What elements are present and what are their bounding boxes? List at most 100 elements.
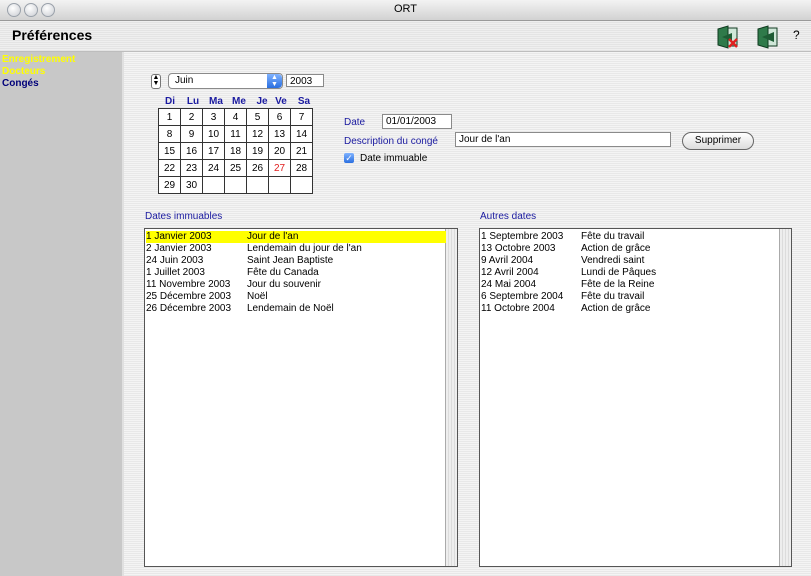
calendar-day-cell[interactable]: 7: [290, 108, 313, 126]
calendar-day-cell[interactable]: 23: [180, 159, 203, 177]
year-field[interactable]: 2003: [286, 74, 324, 87]
calendar-day-cell[interactable]: 6: [268, 108, 291, 126]
list-item[interactable]: 24 Mai 2004 Fête de la Reine: [481, 279, 777, 291]
list-item[interactable]: 11 Octobre 2004 Action de grâce: [481, 303, 777, 315]
other-dates-title: Autres dates: [480, 211, 537, 222]
calendar-day-cell[interactable]: 28: [290, 159, 313, 177]
calendar-day-cell: [224, 176, 247, 194]
calendar-day-cell[interactable]: 18: [224, 142, 247, 160]
day-of-week-header: Sa: [297, 96, 311, 107]
day-of-week-header: Ma: [209, 96, 223, 107]
month-select[interactable]: Juin ▲ ▼: [168, 73, 283, 89]
sidebar-item-enregistrement[interactable]: Enregistrement: [2, 54, 75, 65]
list-item[interactable]: 6 Septembre 2004 Fête du travail: [481, 291, 777, 303]
window-titlebar: ORT: [0, 0, 811, 21]
calendar-day-cell[interactable]: 17: [202, 142, 225, 160]
help-button[interactable]: ?: [793, 28, 800, 42]
exit-door-icon[interactable]: [755, 25, 781, 49]
calendar-day-cell[interactable]: 26: [246, 159, 269, 177]
list-item-name: Jour du souvenir: [247, 279, 321, 290]
calendar-day-cell[interactable]: 21: [290, 142, 313, 160]
calendar-day-cell[interactable]: 25: [224, 159, 247, 177]
calendar-day-cell[interactable]: 29: [158, 176, 181, 194]
list-item-date: 26 Décembre 2003: [146, 303, 232, 314]
list-item[interactable]: 24 Juin 2003 Saint Jean Baptiste: [146, 255, 446, 267]
calendar-day-cell[interactable]: 15: [158, 142, 181, 160]
list-item-date: 24 Mai 2004: [481, 279, 537, 290]
list-item-name: Lendemain de Noël: [247, 303, 334, 314]
date-label: Date: [344, 117, 366, 128]
calendar-day-cell: [246, 176, 269, 194]
list-item-name: Action de grâce: [581, 303, 651, 314]
calendar-day-cell[interactable]: 12: [246, 125, 269, 143]
calendar-day-cell[interactable]: 9: [180, 125, 203, 143]
list-item[interactable]: 12 Avril 2004 Lundi de Pâques: [481, 267, 777, 279]
month-select-value: Juin: [175, 75, 194, 86]
sidebar-item-conges[interactable]: Congés: [2, 78, 39, 89]
page-title: Préférences: [12, 27, 93, 43]
list-item-date: 13 Octobre 2003: [481, 243, 556, 254]
calendar-day-cell[interactable]: 3: [202, 108, 225, 126]
window-title: ORT: [393, 3, 418, 15]
list-item[interactable]: 11 Novembre 2003 Jour du souvenir: [146, 279, 446, 291]
calendar-day-cell[interactable]: 13: [268, 125, 291, 143]
list-item[interactable]: 13 Octobre 2003 Action de grâce: [481, 243, 777, 255]
close-door-icon[interactable]: [715, 25, 741, 49]
calendar-day-cell[interactable]: 2: [180, 108, 203, 126]
list-item-date: 24 Juin 2003: [146, 255, 204, 266]
calendar-day-cell[interactable]: 4: [224, 108, 247, 126]
list-item-date: 9 Avril 2004: [481, 255, 534, 266]
list-item[interactable]: 1 Janvier 2003 Jour de l'an: [146, 231, 446, 243]
list-item[interactable]: 2 Janvier 2003 Lendemain du jour de l'an: [146, 243, 446, 255]
list-item[interactable]: 1 Septembre 2003 Fête du travail: [481, 231, 777, 243]
calendar-day-cell[interactable]: 11: [224, 125, 247, 143]
list-item[interactable]: 9 Avril 2004 Vendredi saint: [481, 255, 777, 267]
list-item-date: 6 Septembre 2004: [481, 291, 564, 302]
list-item-date: 1 Septembre 2003: [481, 231, 564, 242]
date-field[interactable]: 01/01/2003: [382, 114, 452, 129]
list-item-date: 2 Janvier 2003: [146, 243, 212, 254]
calendar-day-cell[interactable]: 27: [268, 159, 291, 177]
list-item-name: Lundi de Pâques: [581, 267, 657, 278]
fixed-dates-title: Dates immuables: [145, 211, 223, 222]
calendar-day-cell[interactable]: 19: [246, 142, 269, 160]
description-label: Description du congé: [344, 136, 438, 147]
day-of-week-header: Lu: [186, 96, 200, 107]
calendar-day-cell[interactable]: 24: [202, 159, 225, 177]
list-item-date: 12 Avril 2004: [481, 267, 539, 278]
list-item-name: Fête du travail: [581, 291, 645, 302]
list-item[interactable]: 1 Juillet 2003 Fête du Canada: [146, 267, 446, 279]
calendar-day-cell[interactable]: 8: [158, 125, 181, 143]
fixed-dates-list[interactable]: 1 Janvier 2003 Jour de l'an 2 Janvier 2003…: [144, 228, 458, 567]
calendar-day-cell: [202, 176, 225, 194]
sidebar-item-docteurs[interactable]: Docteurs: [2, 66, 45, 77]
list-item[interactable]: 26 Décembre 2003 Lendemain de Noël: [146, 303, 446, 315]
delete-button[interactable]: Supprimer: [682, 132, 754, 150]
calendar-day-cell[interactable]: 14: [290, 125, 313, 143]
list-item[interactable]: 25 Décembre 2003 Noël: [146, 291, 446, 303]
scrollbar[interactable]: [445, 229, 457, 566]
calendar-day-cell: [268, 176, 291, 194]
list-item-name: Action de grâce: [581, 243, 651, 254]
calendar-day-cell[interactable]: 22: [158, 159, 181, 177]
immutable-label: Date immuable: [360, 153, 428, 164]
description-field[interactable]: Jour de l'an: [455, 132, 671, 147]
calendar-day-cell[interactable]: 16: [180, 142, 203, 160]
list-item-name: Noël: [247, 291, 268, 302]
calendar-day-cell[interactable]: 10: [202, 125, 225, 143]
month-stepper[interactable]: ▲ ▼: [151, 74, 161, 89]
list-item-name: Vendredi saint: [581, 255, 645, 266]
other-dates-list[interactable]: 1 Septembre 2003 Fête du travail 13 Octobr…: [479, 228, 792, 567]
list-item-name: Lendemain du jour de l'an: [247, 243, 362, 254]
calendar-week-row: 1234567: [158, 108, 313, 126]
calendar-day-cell[interactable]: 1: [158, 108, 181, 126]
calendar-day-cell[interactable]: 20: [268, 142, 291, 160]
calendar-week-row: 15 16 17 18 19 20 21: [158, 142, 313, 160]
list-item-date: 25 Décembre 2003: [146, 291, 232, 302]
immutable-checkbox[interactable]: ✓: [344, 153, 354, 163]
day-of-week-header: Me: [232, 96, 246, 107]
scrollbar[interactable]: [779, 229, 791, 566]
calendar-day-cell[interactable]: 5: [246, 108, 269, 126]
calendar-day-cell[interactable]: 30: [180, 176, 203, 194]
list-item-name: Saint Jean Baptiste: [247, 255, 334, 266]
